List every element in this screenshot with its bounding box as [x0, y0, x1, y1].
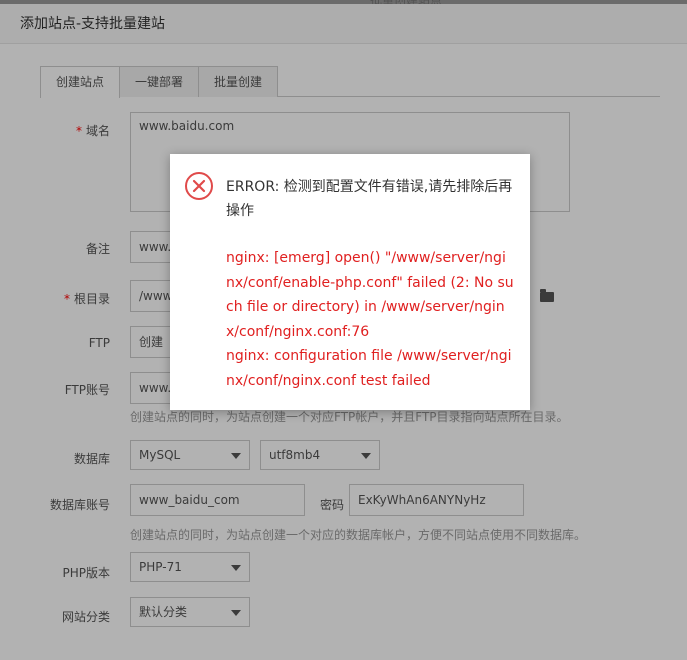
error-line-1: nginx: [emerg] open() "/www/server/nginx…: [226, 250, 514, 340]
error-heading: ERROR: 检测到配置文件有错误,请先排除后再操作: [226, 179, 513, 219]
error-message: nginx: [emerg] open() "/www/server/nginx…: [226, 246, 514, 393]
error-line-2: nginx: configuration file /www/server/ng…: [226, 348, 512, 389]
x-circle-icon: [185, 172, 213, 200]
error-dialog: ERROR: 检测到配置文件有错误,请先排除后再操作 nginx: [emerg…: [170, 154, 530, 410]
